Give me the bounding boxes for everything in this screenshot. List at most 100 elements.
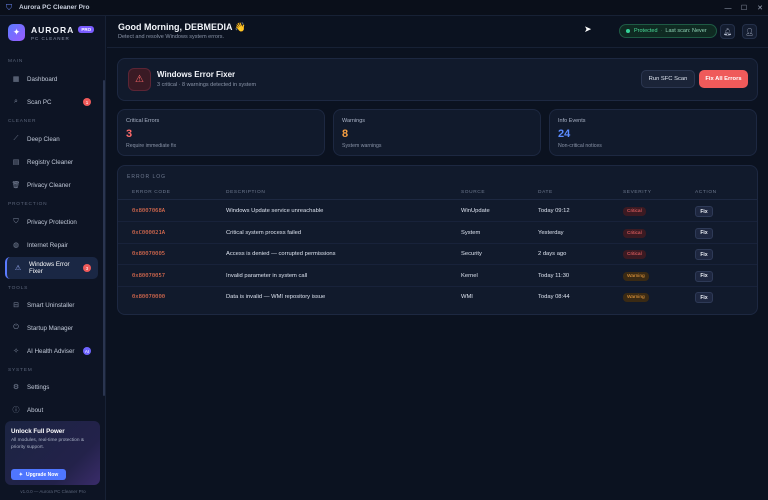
- stat-label: Critical Errors: [126, 118, 160, 124]
- error-date: Yesterday: [538, 229, 564, 236]
- maximize-icon[interactable]: ☐: [736, 0, 752, 16]
- header: Good Morning, DEBMEDIA 👋 Detect and reso…: [107, 16, 768, 48]
- table-row: 0x80070005 Access is denied — corrupted p…: [118, 244, 757, 266]
- sidebar-item-label: Startup Manager: [27, 324, 74, 332]
- sidebar-scrollbar[interactable]: [103, 80, 105, 396]
- sidebar-item-windows-error-fixer[interactable]: ⚠ Windows Error Fixer 3: [5, 257, 98, 279]
- sidebar-item-deep-clean[interactable]: ⟋ Deep Clean: [5, 129, 98, 149]
- section-cleaner: CLEANER: [8, 119, 37, 124]
- sidebar-item-label: Scan PC: [27, 98, 52, 106]
- status-separator: ·: [660, 28, 663, 34]
- section-tools: TOOLS: [8, 286, 29, 291]
- error-description: Windows Update service unreachable: [226, 208, 324, 214]
- grid-icon: ▦: [12, 76, 20, 83]
- ai-icon: ✧: [13, 348, 19, 355]
- stat-value: 3: [126, 128, 133, 140]
- stat-critical-errors: Critical Errors 3 Require immediate fix: [117, 109, 325, 156]
- error-description: Critical system process failed: [226, 229, 302, 236]
- user-icon: 👤︎: [745, 28, 754, 36]
- sidebar-item-privacy-cleaner[interactable]: 🗑 Privacy Cleaner: [5, 175, 98, 195]
- error-code: 0x80070005: [132, 251, 166, 258]
- fix-button[interactable]: Fix: [695, 270, 713, 282]
- brand-subtitle: PC CLEANER: [31, 35, 70, 41]
- sidebar-item-scan-pc[interactable]: ⌕ Scan PC 1: [5, 92, 98, 112]
- scan-count-badge: 1: [83, 98, 91, 106]
- table-header: ERROR CODE DESCRIPTION SOURCE DATE SEVER…: [118, 187, 757, 200]
- error-source: System: [461, 229, 481, 236]
- window-title: Aurora PC Cleaner Pro: [19, 4, 90, 11]
- fix-button[interactable]: Fix: [695, 206, 713, 217]
- search-icon: ⌕: [14, 98, 18, 105]
- sidebar-item-label: Settings: [27, 383, 50, 391]
- stat-value: 24: [558, 128, 571, 140]
- fix-button[interactable]: Fix: [695, 227, 713, 239]
- severity-badge: Warning: [623, 293, 649, 303]
- sidebar-item-ai-health-adviser[interactable]: ✧ AI Health Adviser AI: [5, 341, 98, 361]
- sidebar-item-dashboard[interactable]: ▦ Dashboard: [5, 69, 98, 89]
- gear-icon: ⚙: [12, 384, 20, 391]
- fix-all-errors-button[interactable]: Fix All Errors: [699, 70, 748, 88]
- error-description: Data is invalid — WMI repository issue: [226, 294, 326, 301]
- brand-logo-icon: ✦: [8, 24, 25, 41]
- table-row: 0x8007068A Windows Update service unreach…: [118, 201, 757, 222]
- sidebar-item-about[interactable]: ⓘ About: [5, 400, 98, 420]
- table-row: 0x80070057 Invalid parameter in system ca…: [118, 266, 757, 287]
- sidebar-item-settings[interactable]: ⚙ Settings: [5, 377, 98, 397]
- shield-icon: ⛉: [13, 218, 19, 225]
- table-row: 0xC000021A Critical system process failed…: [118, 223, 757, 244]
- severity-badge: Warning: [623, 271, 649, 281]
- error-fixer-card: ⚠ Windows Error Fixer 3 critical · 8 war…: [117, 58, 758, 101]
- mouse-cursor-icon: ➤: [584, 24, 592, 34]
- stat-label: Warnings: [342, 118, 366, 124]
- close-icon[interactable]: ✕: [752, 0, 768, 16]
- stat-description: Require immediate fix: [126, 143, 177, 149]
- sidebar-item-startup-manager[interactable]: ⏻ Startup Manager: [5, 318, 98, 338]
- sidebar-item-smart-uninstaller[interactable]: ⊟ Smart Uninstaller: [5, 295, 98, 315]
- status-dot-icon: [626, 29, 630, 33]
- profile-button[interactable]: 👤︎: [742, 24, 757, 39]
- run-sfc-scan-button[interactable]: Run SFC Scan: [641, 70, 695, 88]
- minimize-icon[interactable]: —: [720, 0, 736, 16]
- page-subtitle: 3 critical · 8 warnings detected in syst…: [157, 82, 257, 88]
- sidebar-item-privacy-protection[interactable]: ⛉ Privacy Protection: [5, 212, 98, 232]
- status-protected: Protected: [634, 28, 658, 34]
- stat-label: Info Events: [558, 118, 586, 124]
- bell-icon: 🔔︎: [723, 28, 732, 36]
- trash-icon: 🗑: [11, 182, 21, 189]
- sidebar-item-label: Registry Cleaner: [27, 158, 74, 166]
- error-code: 0x8007068A: [132, 208, 166, 214]
- column-header: ACTION: [695, 190, 717, 195]
- fix-button[interactable]: Fix: [695, 292, 713, 304]
- error-source: WMI: [461, 294, 473, 301]
- column-header: DESCRIPTION: [226, 190, 266, 195]
- sidebar-item-label: AI Health Adviser: [27, 347, 75, 355]
- sidebar-item-label: Smart Uninstaller: [27, 301, 75, 309]
- uninstall-icon: ⊟: [13, 302, 19, 309]
- fix-button[interactable]: Fix: [695, 249, 713, 261]
- sidebar-item-internet-repair[interactable]: ◍ Internet Repair: [5, 235, 98, 255]
- stat-value: 8: [342, 128, 349, 140]
- brand-name: AURORA: [31, 24, 75, 35]
- status-last-scan: Last scan: Never: [665, 28, 707, 34]
- greeting: Good Morning, DEBMEDIA 👋: [118, 22, 246, 32]
- greeting-subtitle: Detect and resolve Windows system errors…: [118, 34, 225, 40]
- upgrade-now-button[interactable]: ✦ Upgrade Now: [11, 469, 66, 480]
- page-title: Windows Error Fixer: [157, 70, 236, 79]
- table-row: 0x80070000 Data is invalid — WMI reposito…: [118, 287, 757, 308]
- error-log-card: ERROR LOG ERROR CODE DESCRIPTION SOURCE …: [117, 165, 758, 315]
- version-text: v1.0.0 — Aurora PC Cleaner Pro: [20, 489, 86, 494]
- sidebar-item-label: About: [27, 406, 44, 414]
- error-description: Invalid parameter in system call: [226, 272, 308, 279]
- error-code: 0x80070000: [132, 294, 166, 301]
- notifications-button[interactable]: 🔔︎: [720, 24, 735, 39]
- error-source: WinUpdate: [461, 208, 490, 214]
- column-header: DATE: [538, 190, 553, 195]
- document-icon: ▤: [12, 159, 20, 166]
- error-log-title: ERROR LOG: [127, 174, 167, 180]
- severity-badge: Critical: [623, 228, 646, 238]
- error-source: Security: [461, 251, 482, 258]
- upgrade-card: Unlock Full Power All modules, real-time…: [5, 421, 100, 485]
- window-controls: — ☐ ✕: [720, 0, 768, 16]
- severity-badge: Critical: [623, 250, 646, 260]
- sidebar-item-registry-cleaner[interactable]: ▤ Registry Cleaner: [5, 152, 98, 172]
